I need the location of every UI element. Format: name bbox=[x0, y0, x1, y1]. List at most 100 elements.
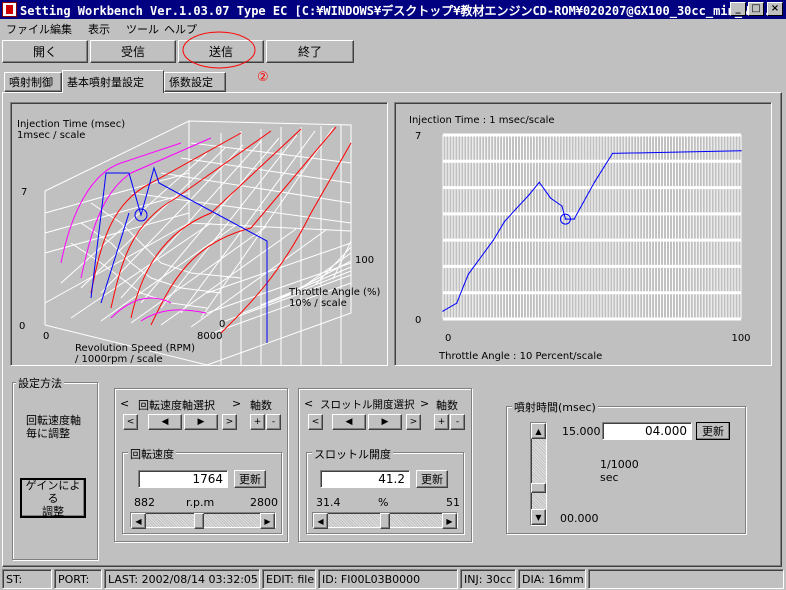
chart-point bbox=[573, 218, 575, 220]
throttle-axis-minus-button[interactable]: - bbox=[450, 414, 465, 430]
gain-adjust-button[interactable]: ゲインによる 調整 bbox=[20, 478, 86, 518]
injection-slider-up-arrow[interactable]: ▲ bbox=[531, 423, 546, 439]
throttle-slider[interactable]: ◀ ▶ bbox=[312, 512, 458, 529]
throttle-update-button[interactable]: 更新 bbox=[416, 470, 448, 488]
rpm-update-button[interactable]: 更新 bbox=[234, 470, 266, 488]
throttle-select-label: スロットル開度選択 bbox=[320, 399, 415, 411]
rpm-next-button[interactable]: ▶ bbox=[184, 414, 218, 430]
annotation-mark-2: ② bbox=[257, 70, 269, 85]
plot-3d-frame: Injection Time (msec) 1msec / scale 7 0 … bbox=[10, 102, 388, 366]
injection-vslider[interactable]: ▲ ▼ bbox=[530, 422, 547, 526]
status-inj: INJ: 30cc bbox=[460, 569, 516, 589]
plot3d-ytick-top: 7 bbox=[21, 187, 27, 198]
menu-help[interactable]: ヘルプ bbox=[164, 21, 197, 37]
throttle-prev-button[interactable]: ◀ bbox=[332, 414, 366, 430]
chart-point bbox=[564, 218, 567, 220]
throttle-value-input[interactable]: 41.2 bbox=[320, 470, 410, 488]
chart-ytick-label: 0 bbox=[415, 315, 421, 326]
chart-xtick-label: 0 bbox=[445, 333, 451, 344]
rpm-axis-minus-button[interactable]: - bbox=[266, 414, 281, 430]
maximize-button[interactable]: □ bbox=[748, 2, 764, 16]
plot3d-xscale: / 1000rpm / scale bbox=[75, 354, 163, 365]
chart-point bbox=[561, 205, 563, 207]
rpm-slider-left-arrow[interactable]: ◀ bbox=[131, 513, 146, 529]
plot3d-zlabel: Throttle Angle (%) bbox=[288, 287, 380, 298]
rpm-first-button[interactable]: < bbox=[123, 414, 138, 430]
rpm-slider-thumb[interactable] bbox=[193, 513, 204, 529]
tab-coefficient[interactable]: 係数設定 bbox=[164, 72, 226, 92]
throttle-slider-right-arrow[interactable]: ▶ bbox=[442, 513, 457, 529]
tab-injection-control[interactable]: 噴射制御 bbox=[4, 72, 62, 92]
settings-method-group bbox=[12, 382, 98, 560]
injection-unit-line2: sec bbox=[600, 471, 619, 484]
injection-time-label: 噴射時間(msec) bbox=[512, 399, 598, 415]
rpm-value-input[interactable]: 1764 bbox=[138, 470, 228, 488]
throttle-axis-plus-button[interactable]: + bbox=[434, 414, 449, 430]
injection-slider-down-arrow[interactable]: ▼ bbox=[531, 509, 546, 525]
chart-point bbox=[492, 239, 494, 241]
injection-slider-thumb[interactable] bbox=[531, 482, 546, 493]
rpm-slider-right-arrow[interactable]: ▶ bbox=[260, 513, 275, 529]
rpm-axis-count-label: 軸数 bbox=[250, 399, 272, 412]
menu-edit[interactable]: 編集 bbox=[50, 21, 72, 37]
throttle-slider-thumb[interactable] bbox=[380, 513, 390, 529]
injection-max-label: 15.000 bbox=[562, 425, 601, 438]
menu-file[interactable]: ファイル bbox=[6, 21, 50, 37]
rpm-max-label: 2800 bbox=[250, 496, 278, 509]
chart-point bbox=[456, 302, 458, 304]
throttle-slider-left-arrow[interactable]: ◀ bbox=[313, 513, 328, 529]
settings-mode-text: 回転速度軸 毎に調整 bbox=[26, 414, 81, 440]
injection-unit-line1: 1/1000 bbox=[600, 458, 639, 471]
plot3d-yscale: 1msec / scale bbox=[17, 130, 85, 141]
throttle-next-button[interactable]: ▶ bbox=[368, 414, 402, 430]
minimize-button[interactable]: _ bbox=[730, 2, 746, 16]
chart-point bbox=[442, 310, 444, 312]
close-button[interactable]: × bbox=[767, 2, 783, 16]
plot3d-ztick-max: 100 bbox=[355, 255, 374, 266]
send-button[interactable]: 送信 bbox=[178, 40, 264, 63]
throttle-last-button[interactable]: > bbox=[406, 414, 421, 430]
receive-button[interactable]: 受信 bbox=[90, 40, 176, 63]
plot3d-zscale: 10% / scale bbox=[289, 298, 347, 309]
status-last: LAST: 2002/08/14 03:32:05 bbox=[104, 569, 260, 589]
chart-point bbox=[467, 273, 469, 275]
plot3d-ytick-zero: 0 bbox=[19, 321, 25, 332]
plot3d-xlabel: Revolution Speed (RPM) bbox=[75, 343, 195, 354]
plot-3d-surface: Injection Time (msec) 1msec / scale 7 0 … bbox=[17, 119, 380, 365]
status-empty bbox=[588, 569, 784, 589]
throttle-next-arrow: > bbox=[420, 397, 430, 410]
chart-point bbox=[538, 181, 540, 183]
rpm-axis-plus-button[interactable]: + bbox=[250, 414, 265, 430]
chart-ytick-label: 7 bbox=[415, 131, 421, 142]
throttle-unit-label: % bbox=[378, 496, 389, 509]
menu-tools[interactable]: ツール bbox=[126, 21, 159, 37]
status-port: PORT: bbox=[54, 569, 102, 589]
rpm-prev-button[interactable]: ◀ bbox=[148, 414, 182, 430]
injection-value-input[interactable]: 04.000 bbox=[602, 422, 692, 440]
exit-button[interactable]: 終了 bbox=[266, 40, 354, 63]
settings-method-label: 設定方法 bbox=[16, 375, 64, 391]
chart-xtick-label: 100 bbox=[731, 333, 750, 344]
tab-base-injection[interactable]: 基本噴射量設定 bbox=[62, 70, 164, 93]
open-button[interactable]: 開く bbox=[2, 40, 88, 63]
injection-update-button[interactable]: 更新 bbox=[696, 422, 730, 440]
chart-xlabel: Throttle Angle : 10 Percent/scale bbox=[438, 351, 602, 362]
chart-point bbox=[549, 197, 552, 199]
plot3d-xtick-zero: 0 bbox=[43, 331, 49, 342]
chart-point bbox=[527, 194, 530, 197]
throttle-min-label: 31.4 bbox=[316, 496, 341, 509]
rpm-slider[interactable]: ◀ ▶ bbox=[130, 512, 276, 529]
window-title: Setting Workbench Ver.1.03.07 Type EC [C… bbox=[20, 4, 779, 18]
chart-point bbox=[593, 181, 595, 183]
rpm-last-button[interactable]: > bbox=[222, 414, 237, 430]
surface-grid bbox=[44, 120, 352, 365]
rpm-select-label: 回転速度軸選択 bbox=[138, 399, 215, 412]
plot3d-ylabel: Injection Time (msec) bbox=[17, 119, 125, 130]
rpm-unit-label: r.p.m bbox=[186, 496, 215, 509]
injection-chart: Injection Time : 1 msec/scale Throttle A… bbox=[409, 115, 751, 362]
menu-view[interactable]: 表示 bbox=[88, 21, 110, 37]
throttle-group-label: スロットル開度 bbox=[312, 446, 393, 462]
plot-2d-frame: Injection Time : 1 msec/scale Throttle A… bbox=[394, 102, 772, 366]
throttle-prev-arrow: < bbox=[304, 397, 314, 410]
throttle-first-button[interactable]: < bbox=[308, 414, 323, 430]
